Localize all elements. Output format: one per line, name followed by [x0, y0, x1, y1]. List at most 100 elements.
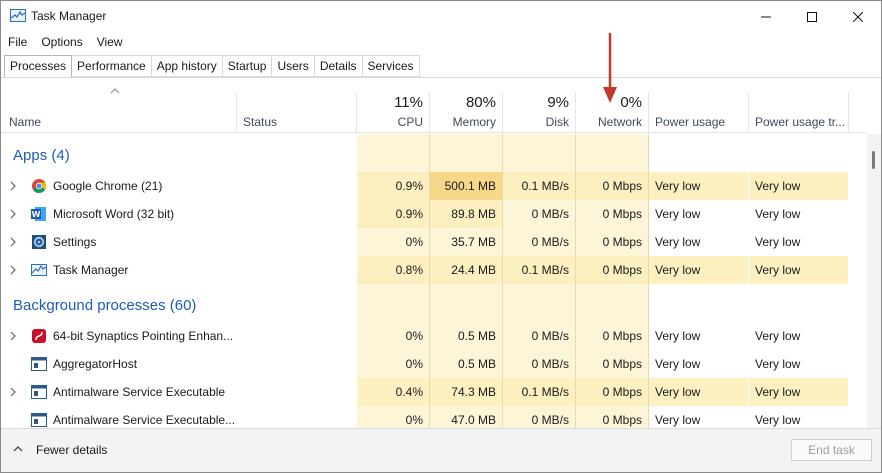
memory-value: 500.1 MB: [430, 172, 502, 200]
disk-value: 0 MB/s: [531, 357, 569, 371]
disk-value: 0.1 MB/s: [503, 378, 575, 406]
scrollbar-thumb[interactable]: [872, 151, 875, 169]
network-value: 0 Mbps: [576, 378, 648, 406]
process-name: Antimalware Service Executable: [53, 385, 226, 399]
process-list[interactable]: Apps (4) Google Chrome (21) 0.9% 500.1 M…: [1, 134, 867, 428]
column-network[interactable]: Network: [576, 115, 642, 129]
task-manager-window: Task Manager File Options View Processes…: [0, 0, 882, 473]
window-title: Task Manager: [31, 9, 107, 23]
memory-value: 24.4 MB: [430, 256, 502, 284]
group-apps[interactable]: Apps (4): [13, 147, 70, 164]
memory-value: 0.5 MB: [457, 329, 496, 343]
disk-value: 0 MB/s: [531, 329, 569, 343]
menu-bar: File Options View: [1, 33, 130, 53]
chevron-right-icon[interactable]: [9, 237, 17, 247]
tab-users[interactable]: Users: [272, 55, 315, 77]
disk-value: 0 MB/s: [531, 235, 569, 249]
power-usage-value: Very low: [655, 329, 701, 343]
tab-processes[interactable]: Processes: [4, 55, 73, 78]
column-header: Name Status 11% CPU 80% Memory 9% Disk 0…: [1, 78, 867, 133]
process-name: 64-bit Synaptics Pointing Enhan...: [53, 329, 234, 343]
footer-bar: Fewer details End task: [1, 428, 881, 472]
sort-ascending-icon[interactable]: [110, 88, 120, 94]
column-name[interactable]: Name: [9, 115, 41, 129]
settings-icon: [32, 235, 46, 249]
table-row[interactable]: Task Manager 0.8% 24.4 MB 0.1 MB/s 0 Mbp…: [1, 256, 867, 284]
column-status[interactable]: Status: [243, 115, 277, 129]
task-manager-icon: [10, 9, 26, 22]
maximize-button[interactable]: [789, 1, 835, 32]
minimize-icon: [761, 16, 771, 17]
power-usage-value: Very low: [649, 172, 748, 200]
end-task-button[interactable]: End task: [791, 439, 872, 461]
power-usage-value: Very low: [655, 207, 701, 221]
power-trend-value: Very low: [749, 256, 848, 284]
network-value: 0 Mbps: [602, 329, 642, 343]
chevron-right-icon[interactable]: [9, 265, 17, 275]
cpu-value: 0%: [405, 235, 423, 249]
power-trend-value: Very low: [755, 235, 801, 249]
tab-app-history[interactable]: App history: [151, 55, 223, 77]
title-bar[interactable]: Task Manager: [1, 1, 881, 32]
word-icon: W: [31, 207, 46, 221]
cpu-value: 0%: [405, 329, 423, 343]
process-name: Microsoft Word (32 bit): [53, 207, 175, 221]
cpu-value: 0%: [405, 357, 423, 371]
tab-performance[interactable]: Performance: [72, 55, 152, 77]
table-row[interactable]: 64-bit Synaptics Pointing Enhan... 0% 0.…: [1, 322, 867, 350]
column-disk[interactable]: Disk: [503, 115, 569, 129]
memory-value: 0.5 MB: [457, 357, 496, 371]
network-value: 0 Mbps: [576, 200, 648, 228]
vertical-scrollbar[interactable]: [867, 134, 881, 428]
menu-options[interactable]: Options: [34, 33, 89, 53]
memory-value: 89.8 MB: [430, 200, 502, 228]
column-cpu[interactable]: CPU: [357, 115, 423, 129]
column-divider[interactable]: [648, 92, 649, 132]
group-background-processes[interactable]: Background processes (60): [13, 297, 196, 314]
network-value: 0 Mbps: [602, 235, 642, 249]
process-icon: [31, 385, 47, 399]
column-power-usage-trend[interactable]: Power usage tr...: [755, 115, 847, 129]
menu-view[interactable]: View: [90, 33, 130, 53]
chevron-right-icon[interactable]: [9, 209, 17, 219]
column-memory[interactable]: Memory: [430, 115, 496, 129]
cpu-total-pct[interactable]: 11%: [357, 94, 423, 111]
network-value: 0 Mbps: [602, 413, 642, 427]
cpu-value: 0%: [405, 413, 423, 427]
minimize-button[interactable]: [743, 1, 789, 32]
menu-file[interactable]: File: [1, 33, 34, 53]
column-divider[interactable]: [848, 92, 849, 132]
close-button[interactable]: [835, 1, 881, 32]
chevron-right-icon[interactable]: [9, 331, 17, 341]
tab-startup[interactable]: Startup: [222, 55, 273, 77]
column-power-usage[interactable]: Power usage: [655, 115, 747, 129]
chevron-right-icon[interactable]: [9, 387, 17, 397]
chevron-right-icon[interactable]: [9, 181, 17, 191]
fewer-details-link[interactable]: Fewer details: [36, 443, 107, 457]
chevron-up-icon[interactable]: [13, 445, 23, 452]
network-value: 0 Mbps: [576, 256, 648, 284]
chrome-icon: [32, 179, 46, 193]
table-row[interactable]: W Microsoft Word (32 bit) 0.9% 89.8 MB 0…: [1, 200, 867, 228]
column-divider[interactable]: [236, 92, 237, 132]
task-manager-icon: [31, 264, 47, 276]
memory-total-pct[interactable]: 80%: [430, 94, 496, 111]
process-name: Task Manager: [53, 263, 129, 277]
process-name: Antimalware Service Executable...: [53, 413, 236, 427]
power-trend-value: Very low: [755, 329, 801, 343]
table-row[interactable]: Antimalware Service Executable 0.4% 74.3…: [1, 378, 867, 406]
close-icon: [853, 11, 863, 22]
disk-value: 0.1 MB/s: [503, 172, 575, 200]
column-divider[interactable]: [748, 92, 749, 132]
power-usage-value: Very low: [655, 235, 701, 249]
tab-services[interactable]: Services: [362, 55, 420, 77]
cpu-value: 0.8%: [357, 256, 429, 284]
table-row[interactable]: AggregatorHost 0% 0.5 MB 0 MB/s 0 Mbps V…: [1, 350, 867, 378]
table-row[interactable]: Settings 0% 35.7 MB 0 MB/s 0 Mbps Very l…: [1, 228, 867, 256]
table-row[interactable]: Antimalware Service Executable... 0% 47.…: [1, 406, 867, 428]
tab-details[interactable]: Details: [314, 55, 363, 77]
table-row[interactable]: Google Chrome (21) 0.9% 500.1 MB 0.1 MB/…: [1, 172, 867, 200]
tab-bar: Processes Performance App history Startu…: [4, 55, 420, 78]
disk-total-pct[interactable]: 9%: [503, 94, 569, 111]
power-usage-value: Very low: [655, 357, 701, 371]
